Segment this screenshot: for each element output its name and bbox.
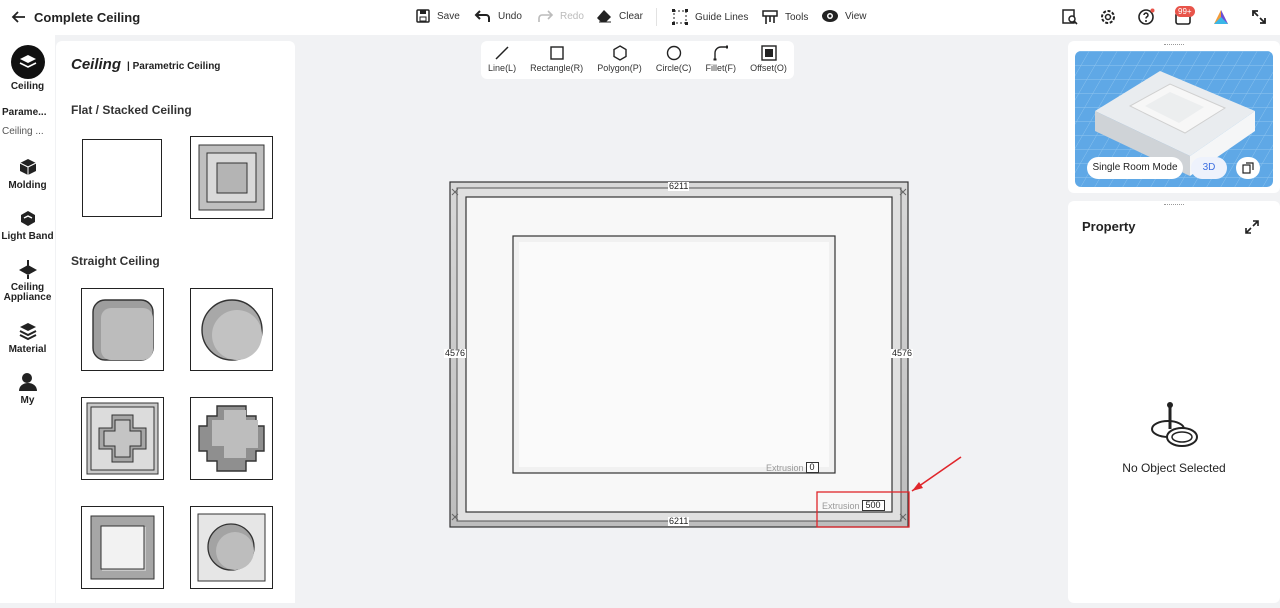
- tools-button[interactable]: Tools: [761, 8, 808, 26]
- section-straight: Straight Ceiling: [71, 254, 160, 268]
- ceiling-tile-circle-in-square[interactable]: [190, 506, 273, 589]
- save-icon: [416, 9, 430, 23]
- preview-panel: Single Room Mode 3D: [1068, 41, 1280, 193]
- copy-icon: [1242, 162, 1254, 174]
- redo-button[interactable]: Redo: [536, 8, 584, 24]
- nav-molding[interactable]: Molding: [0, 156, 55, 191]
- save-button[interactable]: Save: [415, 8, 460, 24]
- drag-handle[interactable]: [1164, 204, 1184, 206]
- 3d-preview[interactable]: Single Room Mode 3D: [1075, 51, 1273, 187]
- avatar[interactable]: [1210, 6, 1232, 28]
- ceiling-icon: [10, 45, 45, 79]
- molding-icon: [19, 159, 36, 175]
- rounded-square-thumbnail: [92, 299, 154, 361]
- nav-parametric[interactable]: Parame...: [2, 107, 46, 118]
- dimension-right: 4576: [891, 348, 914, 358]
- guide-lines-icon: [672, 9, 688, 25]
- left-nav: Ceiling Parame... Ceiling ... Molding Li…: [0, 35, 55, 603]
- circle-in-square-thumbnail: [197, 513, 266, 582]
- undo-icon: [474, 10, 490, 22]
- cross-frame-thumbnail: [86, 402, 159, 475]
- page-title: Complete Ceiling: [34, 9, 141, 25]
- drag-handle[interactable]: [1164, 44, 1184, 46]
- empty-state-icon: [1151, 402, 1198, 447]
- arrow-left-icon: [11, 11, 25, 23]
- my-icon: [18, 373, 37, 391]
- section-flat-stacked: Flat / Stacked Ceiling: [71, 103, 192, 117]
- nav-my[interactable]: My: [0, 371, 55, 406]
- ceiling-tile-stacked[interactable]: [190, 136, 273, 219]
- eraser-icon: [597, 10, 611, 23]
- search-list-icon[interactable]: [1061, 8, 1079, 26]
- back-button[interactable]: Complete Ceiling: [10, 8, 140, 26]
- nav-ceiling-appliance[interactable]: Ceiling Appliance: [0, 258, 55, 303]
- stacked-ceiling-thumbnail: [198, 144, 265, 211]
- fullscreen-icon[interactable]: [1250, 8, 1268, 26]
- nav-ceiling[interactable]: Ceiling: [0, 45, 55, 92]
- eye-icon: [822, 10, 838, 22]
- single-room-mode-button[interactable]: Single Room Mode: [1087, 157, 1183, 179]
- design-canvas[interactable]: 6211 6211 4576 4576 Extrusion 0 Extrusio…: [300, 41, 1060, 603]
- nav-ceiling-sub[interactable]: Ceiling ...: [2, 126, 44, 137]
- redo-icon: [538, 10, 554, 22]
- property-panel: Property No Object Selected: [1068, 201, 1280, 603]
- notification-badge: 99+: [1175, 6, 1195, 17]
- dimension-left: 4576: [444, 348, 467, 358]
- guide-lines-button[interactable]: Guide Lines: [671, 8, 748, 26]
- circle-thumbnail: [201, 299, 263, 361]
- ceiling-tile-rounded-square[interactable]: [81, 288, 164, 371]
- outer-extrusion-input[interactable]: 500: [861, 500, 885, 511]
- material-icon: [19, 323, 36, 341]
- nav-material[interactable]: Material: [0, 320, 55, 355]
- ceiling-appliance-icon: [18, 260, 37, 279]
- dimension-bottom: 6211: [668, 516, 690, 526]
- ceiling-tile-square-frame[interactable]: [81, 506, 164, 589]
- cross-thumbnail: [198, 405, 265, 472]
- property-title: Property: [1082, 219, 1136, 234]
- library-panel: Ceiling | Parametric Ceiling Flat / Stac…: [56, 41, 295, 603]
- ceiling-tile-flat[interactable]: [82, 139, 162, 217]
- copy-view-button[interactable]: [1236, 157, 1260, 179]
- dimension-top: 6211: [668, 181, 690, 191]
- light-band-icon: [20, 211, 35, 226]
- inner-extrusion-input[interactable]: 0: [805, 462, 819, 473]
- square-frame-thumbnail: [90, 515, 155, 580]
- toolbox-icon: [762, 10, 778, 24]
- toolbar-divider: [656, 8, 657, 26]
- view-button[interactable]: View: [821, 8, 867, 24]
- 3d-view-button[interactable]: 3D: [1191, 157, 1227, 179]
- inner-extrusion: Extrusion 0: [766, 462, 819, 473]
- undo-button[interactable]: Undo: [474, 8, 522, 24]
- outer-extrusion: Extrusion 500: [822, 500, 885, 511]
- ceiling-tile-cross-frame[interactable]: [81, 397, 164, 480]
- top-bar: Complete Ceiling Save Undo Redo Clear Gu…: [0, 0, 1280, 35]
- ceiling-tile-cross[interactable]: [190, 397, 273, 480]
- help-icon[interactable]: [1137, 8, 1155, 26]
- panel-header: Ceiling | Parametric Ceiling: [71, 56, 221, 73]
- no-selection-text: No Object Selected: [1122, 461, 1226, 475]
- nav-light-band[interactable]: Light Band: [0, 207, 55, 242]
- expand-icon[interactable]: [1245, 220, 1259, 234]
- settings-icon[interactable]: [1099, 8, 1117, 26]
- ceiling-tile-circle[interactable]: [190, 288, 273, 371]
- clear-button[interactable]: Clear: [595, 8, 643, 24]
